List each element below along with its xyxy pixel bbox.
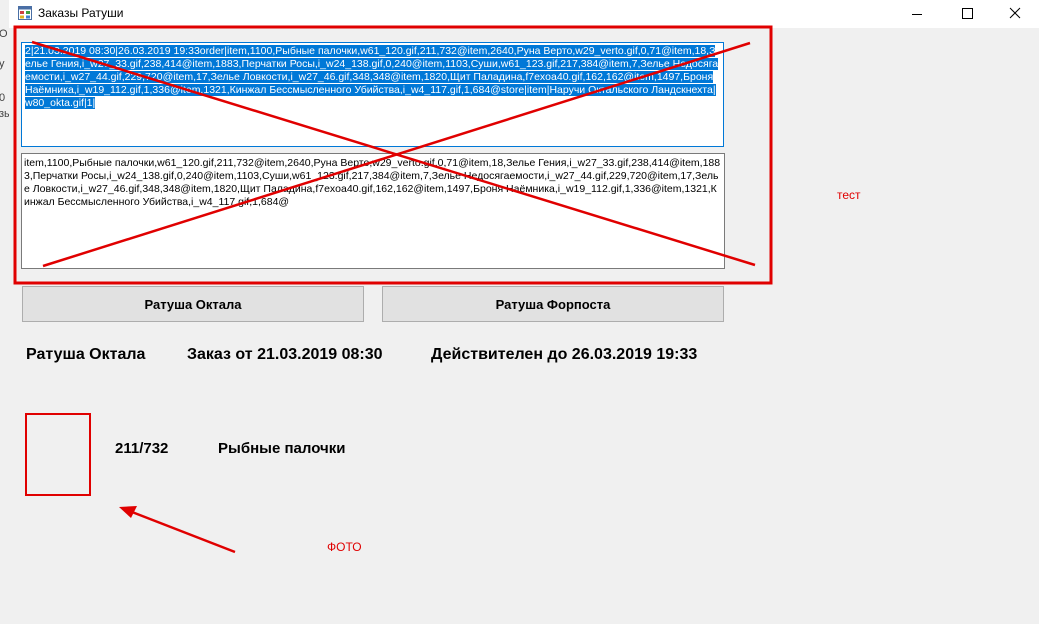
oktal-townhall-button[interactable]: Ратуша Октала: [22, 286, 364, 322]
close-icon: [1009, 7, 1021, 19]
minimize-button[interactable]: [894, 0, 940, 28]
annotation-photo-label: ФОТО: [327, 540, 362, 554]
annotation-test-label: тест: [837, 188, 861, 202]
app-window-icon: [18, 6, 32, 20]
item-photo-placeholder: [25, 413, 91, 496]
raw-order-text: 2|21.03.2019 08:30|26.03.2019 19:33order…: [25, 45, 719, 109]
raw-order-textbox[interactable]: 2|21.03.2019 08:30|26.03.2019 19:33order…: [21, 42, 724, 147]
order-date-label: Заказ от 21.03.2019 08:30: [187, 346, 383, 363]
window-title: Заказы Ратуши: [38, 6, 124, 20]
forpost-townhall-button[interactable]: Ратуша Форпоста: [382, 286, 724, 322]
minimize-icon: [912, 14, 922, 15]
maximize-icon: [962, 8, 973, 19]
parsed-items-textbox[interactable]: item,1100,Рыбные палочки,w61_120.gif,211…: [21, 153, 725, 269]
title-bar[interactable]: Заказы Ратуши: [9, 0, 1039, 28]
maximize-button[interactable]: [944, 0, 990, 28]
item-count-label: 211/732: [115, 440, 169, 457]
item-name-label: Рыбные палочки: [218, 440, 346, 457]
background-text-fragment: y: [0, 58, 5, 70]
valid-until-label: Действителен до 26.03.2019 19:33: [431, 346, 698, 363]
background-text-fragment: 0: [0, 92, 5, 104]
close-button[interactable]: [992, 0, 1038, 28]
main-window: Заказы Ратуши 2|21.03.2019 08:30|26.03.2…: [9, 0, 1039, 624]
parsed-items-text: item,1100,Рыбные палочки,w61_120.gif,211…: [24, 157, 721, 208]
townhall-name-label: Ратуша Октала: [26, 346, 146, 363]
background-text-fragment: O: [0, 28, 8, 40]
